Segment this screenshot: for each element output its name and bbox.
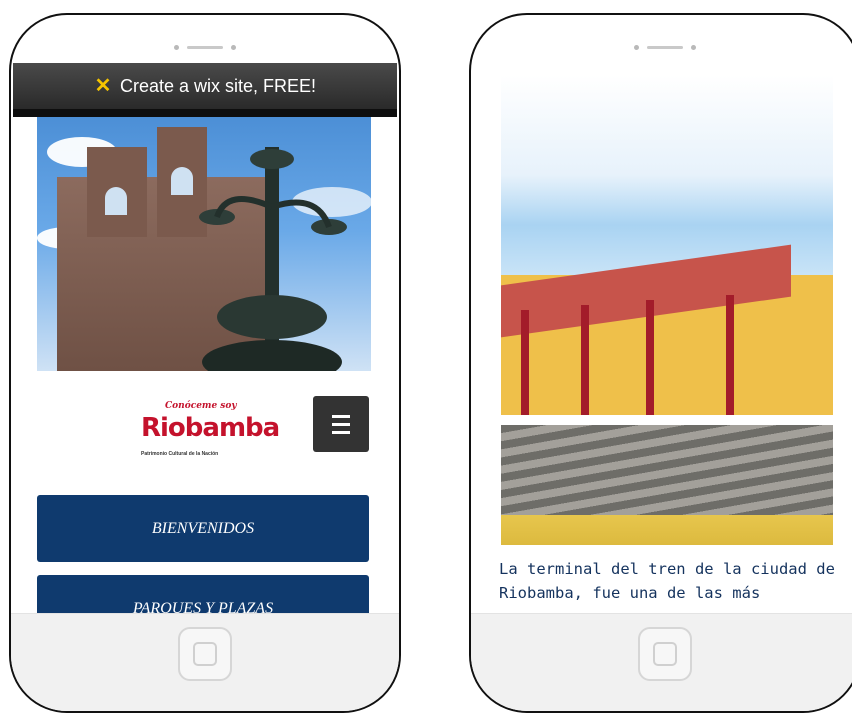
wix-banner[interactable]: ✕ Create a wix site, FREE! (13, 63, 397, 117)
speaker-grille (634, 45, 696, 50)
riobamba-logo[interactable]: Conóceme soy Riobamba Patrimonio Cultura… (141, 401, 280, 473)
hamburger-menu-button[interactable] (313, 396, 369, 452)
wix-banner-text: Create a wix site, FREE! (119, 75, 317, 96)
phone-screen-right: La terminal del tren de la ciudad de Rio… (473, 63, 852, 633)
menu-icon (332, 414, 350, 418)
phone-screen-left: ✕ Create a wix site, FREE! Conóceme soy … (13, 63, 397, 633)
home-button[interactable] (638, 627, 692, 681)
home-button[interactable] (178, 627, 232, 681)
logo-small-text: Conóceme soy (165, 401, 237, 411)
phone-chin (11, 613, 399, 711)
wix-logo-icon: ✕ (94, 75, 112, 97)
hero-image-church (37, 117, 371, 371)
phone-frame-left: ✕ Create a wix site, FREE! Conóceme soy … (9, 13, 401, 713)
logo-tagline: Patrimonio Cultural de la Nación (141, 451, 219, 457)
nav-label: BIENVENIDOS (151, 519, 255, 537)
speaker-grille (174, 45, 236, 50)
phone-chin (471, 613, 852, 711)
logo-brand: Riobamba (141, 413, 280, 443)
station-caption: La terminal del tren de la ciudad de Rio… (499, 560, 835, 602)
phone-frame-right: La terminal del tren de la ciudad de Rio… (469, 13, 852, 713)
hero-image-train-station (501, 75, 833, 545)
nav-button-bienvenidos[interactable]: BIENVENIDOS (37, 495, 369, 562)
